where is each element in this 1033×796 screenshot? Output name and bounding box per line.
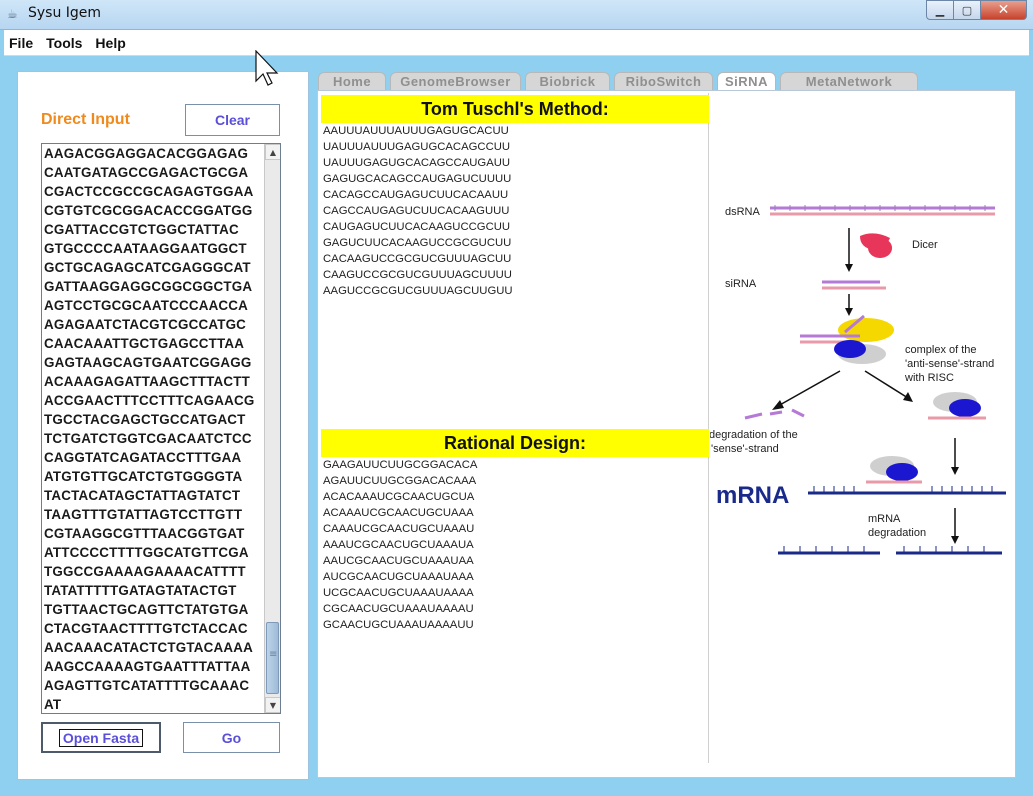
list-item: AUCGCAACUGCUAAAUAAA (323, 571, 474, 583)
list-item: AAGUCCGCGUCGUUUAGCUUGUU (323, 285, 513, 297)
scroll-down-button[interactable]: ▼ (265, 697, 280, 713)
complex-label-1: complex of the (905, 344, 977, 356)
list-item: GAGUGCACAGCCAUGAGUCUUUU (323, 173, 512, 185)
list-item: CAAAUCGCAACUGCUAAAU (323, 523, 475, 535)
dsrna-strand (770, 205, 995, 216)
tab-metanetwork[interactable]: MetaNetwork (780, 72, 918, 90)
list-item: AAUCGCAACUGCUAAAUAA (323, 555, 474, 567)
list-item: AGAUUCUUGCGGACACAAA (323, 475, 477, 487)
scroll-thumb[interactable] (266, 622, 279, 694)
go-button[interactable]: Go (183, 722, 280, 753)
direct-input-label: Direct Input (41, 111, 130, 128)
mouse-cursor-icon (255, 50, 279, 86)
list-item: UCGCAACUGCUAAAUAAAA (323, 587, 474, 599)
minimize-icon: ▁ (935, 3, 945, 17)
dsrna-label: dsRNA (725, 206, 761, 218)
degraded-strand-icon (744, 408, 805, 420)
menu-tools[interactable]: Tools (46, 35, 82, 51)
list-item: ACAAAUCGCAACUGCUAAA (323, 507, 474, 519)
input-panel: Direct Input Clear AAGACGGAGGACACGGAGAG … (17, 71, 309, 780)
tab-sirna[interactable]: SiRNA (717, 72, 776, 90)
arrow-up-icon: ▲ (269, 147, 277, 157)
sequence-text: AAGACGGAGGACACGGAGAG CAATGATAGCCGAGACTGC… (44, 146, 255, 712)
sirna-results-column: Tom Tuschl's Method: AAUUUAUUUAUUUGAGUGC… (321, 93, 709, 763)
degradation-label-1: degradation of the (710, 429, 798, 441)
close-icon: ✕ (997, 2, 1010, 18)
mrna-degradation-label-1: mRNA (868, 513, 901, 525)
rational-design-heading: Rational Design: (321, 429, 709, 457)
list-item: ACACAAAUCGCAACUGCUA (323, 491, 475, 503)
list-item: AAUUUAUUUAUUUGAGUGCACUU (323, 125, 509, 137)
tab-genomebrowser[interactable]: GenomeBrowser (390, 72, 521, 90)
scroll-up-button[interactable]: ▲ (265, 144, 280, 160)
tab-riboswitch[interactable]: RiboSwitch (614, 72, 713, 90)
close-button[interactable]: ✕ (981, 0, 1027, 20)
list-item: GCAACUGCUAAAUAAAAUU (323, 619, 474, 631)
arrow-down-icon: ▼ (269, 700, 277, 710)
sequence-scrollbar[interactable]: ▲ ▼ (264, 144, 280, 713)
list-item: GAAGAUUCUUGCGGACACA (323, 459, 478, 471)
mrna-label: mRNA (716, 482, 789, 509)
tuschl-method-heading: Tom Tuschl's Method: (321, 95, 709, 123)
tab-biobrick[interactable]: Biobrick (525, 72, 610, 90)
menu-bar: File Tools Help (4, 30, 1029, 56)
list-item: UAUUUGAGUGCACAGCCAUGAUU (323, 157, 511, 169)
tuschl-sequence-list: AAUUUAUUUAUUUGAGUGCACUU UAUUUAUUUGAGUGCA… (323, 123, 513, 299)
list-item: AAAUCGCAACUGCUAAAUA (323, 539, 474, 551)
list-item: CAAGUCCGCGUCGUUUAGCUUUU (323, 269, 512, 281)
degraded-mrna-icon (778, 546, 1002, 555)
list-item: CGCAACUGCUAAAUAAAAU (323, 603, 474, 615)
menu-help[interactable]: Help (95, 35, 125, 51)
mrna-degradation-label-2: degradation (868, 527, 926, 539)
dicer-label: Dicer (912, 239, 938, 251)
rational-sequence-list: GAAGAUUCUUGCGGACACA AGAUUCUUGCGGACACAAA … (323, 457, 477, 633)
degradation-label-2: 'sense'-strand (711, 443, 779, 455)
minimize-button[interactable]: ▁ (926, 0, 954, 20)
sirna-content-pane: Tom Tuschl's Method: AAUUUAUUUAUUUGAGUGC… (317, 90, 1016, 778)
maximize-button[interactable]: ▢ (954, 0, 981, 20)
app-icon: ☕ (7, 7, 18, 21)
window-title: Sysu Igem (28, 5, 102, 21)
sirna-label: siRNA (725, 278, 757, 290)
maximize-icon: ▢ (961, 3, 973, 17)
list-item: CACAGCCAUGAGUCUUCACAAUU (323, 189, 509, 201)
complex-label-3: with RISC (904, 372, 954, 384)
open-fasta-button[interactable]: Open Fasta (41, 722, 161, 753)
arrow-left-icon (777, 370, 841, 407)
sequence-textarea[interactable]: AAGACGGAGGACACGGAGAG CAATGATAGCCGAGACTGC… (41, 143, 281, 714)
list-item: CAUGAGUCUUCACAAGUCCGCUU (323, 221, 511, 233)
tab-strip: Home GenomeBrowser Biobrick RiboSwitch S… (318, 72, 922, 90)
sirna-duplex (822, 280, 886, 290)
window-controls: ▁ ▢ ✕ (926, 0, 1027, 20)
complex-label-2: 'anti-sense'-strand (905, 358, 994, 370)
window-titlebar: ☕ Sysu Igem ▁ ▢ ✕ (0, 0, 1033, 30)
menu-file[interactable]: File (9, 35, 33, 51)
arrow-right-icon (864, 370, 909, 399)
list-item: CAGCCAUGAGUCUUCACAAGUUU (323, 205, 510, 217)
clear-button[interactable]: Clear (185, 104, 280, 136)
list-item: GAGUCUUCACAAGUCCGCGUCUU (323, 237, 512, 249)
open-fasta-label: Open Fasta (58, 728, 144, 747)
list-item: UAUUUAUUUGAGUGCACAGCCUU (323, 141, 511, 153)
list-item: CACAAGUCCGCGUCGUUUAGCUU (323, 253, 512, 265)
rnai-pathway-diagram: dsRNA Dicer siRNA complex of the 'anti-s… (710, 205, 1006, 555)
tab-home[interactable]: Home (318, 72, 386, 90)
